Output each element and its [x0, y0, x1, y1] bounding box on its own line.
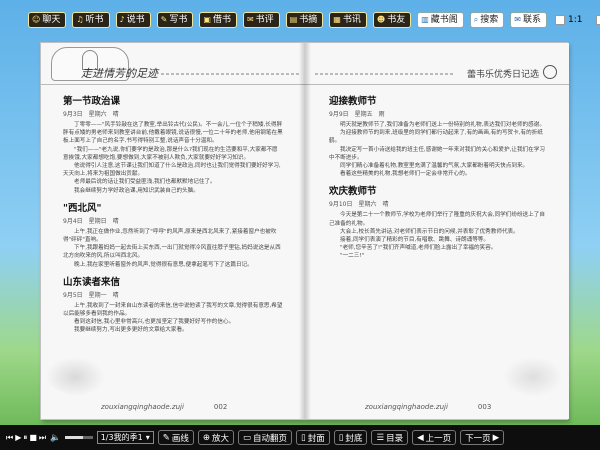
zoom-button[interactable]: ⊕ 放大 [197, 430, 234, 445]
speaker-icon[interactable]: 🔈 [50, 430, 61, 445]
article-meta: 9月10日 星期六晴 [329, 201, 389, 209]
prev-icon: ◀ [417, 432, 424, 443]
stop-icon[interactable]: ■ [29, 433, 37, 443]
tell-button[interactable]: ♪ 说书 [115, 12, 151, 28]
left-page[interactable]: 走进情芳的足迹 第一节政治课 9月3日 星期六晴 丁零零——"风手铃敲在这了教室,… [41, 43, 305, 419]
toc-icon: ☰ [376, 432, 385, 443]
article-title: 第一节政治课 [63, 96, 121, 107]
bench-illustration [503, 357, 563, 397]
close-icon [596, 15, 600, 25]
article: 欢庆教师节 9月10日 星期六晴 今天是第二十一个教师节,学校为老师们举行了隆重的… [329, 183, 549, 260]
page-ratio[interactable]: 1:1 [555, 15, 582, 25]
article-meta: 9月3日 星期六晴 [63, 111, 119, 118]
headphones-icon: ♫ [76, 15, 84, 24]
volume-slider[interactable] [64, 436, 93, 439]
left-page-footer: zouxiangqinghaode.zuji 002 [101, 403, 228, 411]
article-meta: 9月4日 星期日晴 [63, 217, 119, 225]
ink-splash-decoration [45, 357, 105, 397]
auto-flip-icon: ▭ [242, 432, 252, 443]
next-page-button[interactable]: 下一页 ▶ [460, 430, 505, 445]
article-title: 山东读者来信 [63, 276, 121, 288]
news-button[interactable]: ▦ 书讯 [329, 12, 367, 28]
news-icon: ▦ [333, 15, 341, 24]
write-button[interactable]: ✎ 写书 [156, 12, 194, 28]
pencil-icon: ✎ [162, 432, 170, 443]
contact-button[interactable]: ✉ 联系 [510, 12, 547, 28]
comment-icon: ✉ [246, 15, 254, 24]
article-meta: 9月9日 星期五雨 [329, 111, 385, 118]
book-spine [299, 43, 311, 419]
mail-icon: ✉ [514, 15, 521, 24]
left-page-content: 第一节政治课 9月3日 星期六晴 丁零零——"风手铃敲在这了教室,举出铃古代(公民… [63, 93, 283, 340]
back-cover-button[interactable]: ▯ 封底 [333, 430, 368, 445]
right-page-number: 003 [477, 403, 492, 411]
friends-button[interactable]: ☻ 书友 [372, 12, 412, 28]
next-icon: ▶ [492, 432, 500, 443]
article-title: 欢庆教师节 [329, 186, 377, 198]
chevron-down-icon: ▾ [145, 433, 150, 442]
excerpt-button[interactable]: ▤ 书摘 [285, 12, 324, 28]
book-icon: ▣ [203, 15, 211, 24]
friends-icon: ☻ [376, 15, 386, 24]
prev-page-button[interactable]: ◀ 上一页 [412, 430, 457, 445]
review-button[interactable]: ✉ 书评 [242, 12, 280, 28]
left-page-header: 走进情芳的足迹 [41, 43, 305, 85]
last-icon[interactable]: ⏭ [39, 433, 46, 443]
search-icon: ⌕ [473, 15, 479, 24]
right-page-content: 迎接教师节 9月9日 星期五雨 明天就是教师节了,我们准备为老师们送上一份特别的礼… [329, 93, 549, 266]
listen-button[interactable]: ♫ 听书 [72, 12, 110, 28]
draw-line-button[interactable]: ✎ 画线 [157, 430, 194, 445]
article: 迎接教师节 9月9日 星期五雨 明天就是教师节了,我们准备为老师们送上一份特别的礼… [329, 93, 549, 178]
search-button[interactable]: ⌕ 搜索 [469, 12, 505, 28]
auto-flip-button[interactable]: ▭ 自动翻页 [237, 430, 293, 445]
pause-icon[interactable]: ⏸ [23, 433, 27, 443]
globe-icon [543, 65, 557, 79]
toc-button[interactable]: ☰ 目录 [371, 430, 409, 445]
play-icon[interactable]: ▶ [15, 433, 21, 443]
right-page-footer: zouxiangqinghaode.zuji 003 [365, 403, 492, 411]
checkbox-icon [555, 15, 565, 25]
right-page-header: 蕾韦乐优秀日记选 [305, 43, 569, 85]
zoom-icon: ⊕ [202, 432, 210, 443]
left-page-number: 002 [213, 403, 228, 411]
chapter-select[interactable]: 1/3我的季1 ▾ [96, 431, 154, 444]
microphone-icon: ♪ [119, 15, 125, 24]
cover-icon: ▯ [301, 432, 306, 443]
borrow-button[interactable]: ▣ 借书 [199, 12, 237, 28]
bottom-toolbar: ⏮ ▶ ⏸ ■ ⏭ 🔈 1/3我的季1 ▾ ✎ 画线 ⊕ 放大 ▭ 自动翻页 ▯ 封面 ▯… [0, 425, 600, 450]
article: 第一节政治课 9月3日 星期六晴 丁零零——"风手铃敲在这了教室,举出铃古代(公民… [63, 93, 283, 195]
close-button[interactable]: 关闭 [596, 7, 600, 33]
chat-icon: ☺ [32, 15, 41, 24]
media-controls: ⏮ ▶ ⏸ ■ ⏭ [6, 433, 46, 443]
book: 走进情芳的足迹 第一节政治课 9月3日 星期六晴 丁零零——"风手铃敲在这了教室,… [40, 42, 569, 420]
cover-button[interactable]: ▯ 封面 [296, 430, 330, 445]
right-page[interactable]: 蕾韦乐优秀日记选 迎接教师节 9月9日 星期五雨 明天就是教师节了,我们准备为老师… [305, 43, 569, 419]
bookmark-icon: ▤ [289, 15, 298, 24]
library-icon: ▥ [421, 15, 429, 24]
article-meta: 9月5日 星期一晴 [63, 291, 119, 299]
library-button[interactable]: ▥ 藏书阁 [417, 12, 464, 28]
article-title: 迎接教师节 [329, 96, 377, 107]
left-header-title: 走进情芳的足迹 [81, 67, 158, 80]
pen-icon: ✎ [160, 15, 168, 24]
back-cover-icon: ▯ [338, 432, 344, 443]
first-icon[interactable]: ⏮ [6, 433, 13, 443]
chat-button[interactable]: ☺ 聊天 [28, 12, 67, 28]
article-title: "西北风" [63, 202, 102, 214]
right-header-title: 蕾韦乐优秀日记选 [466, 70, 539, 80]
top-toolbar: ☺ 聊天 ♫ 听书 ♪ 说书 ✎ 写书 ▣ 借书 ✉ 书评 ▤ 书摘 ▦ 书讯 ☻ 书友 ▥ 藏书阁… [0, 0, 600, 40]
article: 山东读者来信 9月5日 星期一晴 上午,我收到了一封来自山东读者的来信,信中说他读… [63, 274, 283, 335]
article: "西北风" 9月4日 星期日晴 上午,我正在做作业,忽然听到了"呼呼"的风声,原来… [63, 200, 283, 269]
